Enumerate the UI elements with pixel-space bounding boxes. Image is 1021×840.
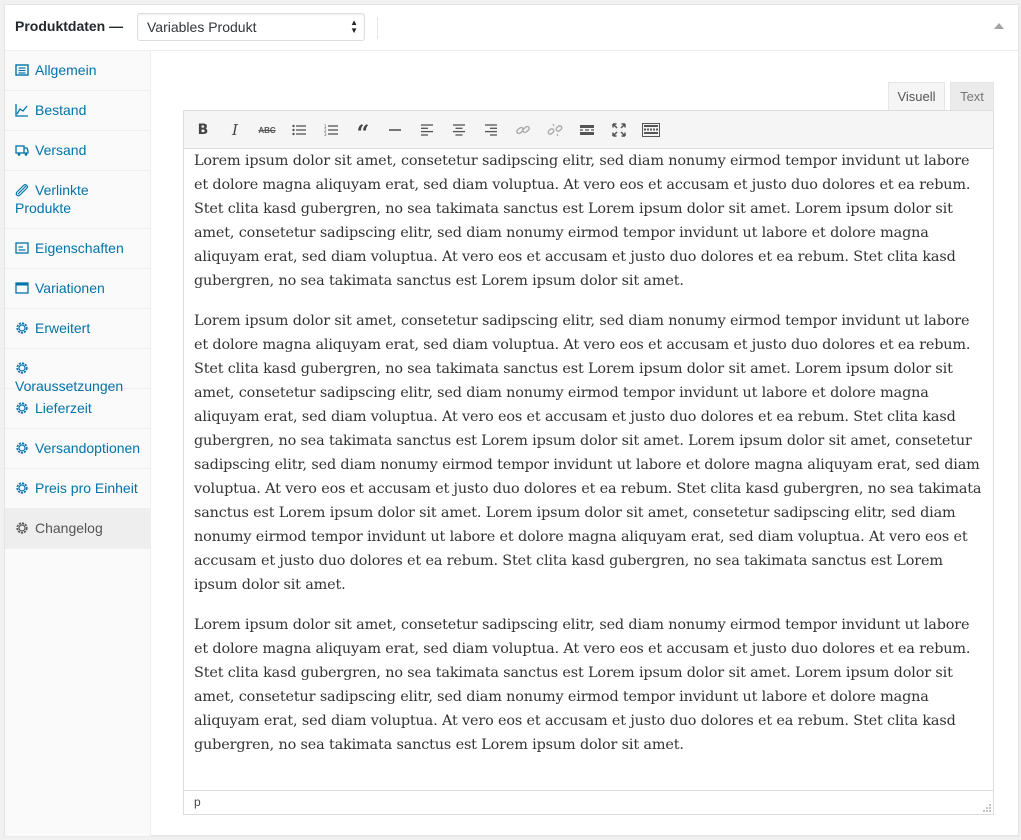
- sidebar-item-label: Variationen: [35, 280, 105, 296]
- read-more-button[interactable]: [575, 119, 599, 141]
- sidebar-item-label: Erweitert: [35, 320, 91, 336]
- unlink-icon: [547, 123, 563, 137]
- remove-link-button[interactable]: [543, 119, 567, 141]
- sidebar-item-versand[interactable]: Versand: [5, 131, 150, 171]
- gear-icon: [15, 401, 29, 415]
- sidebar-item-versandoptionen[interactable]: Versandoptionen: [5, 429, 150, 469]
- svg-text:3: 3: [324, 132, 327, 136]
- editor-content[interactable]: Lorem ipsum dolor sit amet, consetetur s…: [194, 149, 986, 773]
- toolbar-toggle-button[interactable]: [639, 119, 663, 141]
- content-paragraph: Lorem ipsum dolor sit amet, consetetur s…: [194, 617, 971, 753]
- bullet-list-icon: [292, 124, 306, 136]
- blockquote-button[interactable]: “: [351, 119, 375, 145]
- gear-icon: [15, 361, 29, 375]
- sidebar-item-label: Lieferzeit: [35, 400, 92, 416]
- gear-icon: [15, 521, 29, 535]
- align-center-icon: [453, 124, 465, 136]
- sidebar-item-lieferzeit[interactable]: Lieferzeit: [5, 389, 150, 429]
- resize-handle-icon[interactable]: [981, 802, 991, 812]
- product-type-value: Variables Produkt: [147, 19, 257, 35]
- content-paragraph: Lorem ipsum dolor sit amet, consetetur s…: [194, 153, 971, 289]
- sidebar-item-label: Changelog: [35, 520, 103, 536]
- keyboard-icon: [642, 123, 660, 137]
- editor-statusbar: p: [184, 790, 993, 814]
- bold-icon: B: [197, 122, 209, 138]
- tab-text[interactable]: Text: [950, 82, 994, 111]
- sidebar-item-preis-pro-einheit[interactable]: Preis pro Einheit: [5, 469, 150, 509]
- gear-icon: [15, 441, 29, 455]
- sidebar-item-verlinkte-produkte[interactable]: Verlinkte Produkte: [5, 171, 150, 229]
- numbered-list-icon: 123: [324, 124, 338, 136]
- fullscreen-icon: [612, 123, 626, 137]
- numbered-list-button[interactable]: 123: [319, 119, 343, 141]
- bullet-list-button[interactable]: [287, 119, 311, 141]
- fullscreen-button[interactable]: [607, 119, 631, 141]
- link-icon: [516, 125, 530, 135]
- collapse-toggle-icon[interactable]: [994, 23, 1004, 29]
- content-paragraph: Lorem ipsum dolor sit amet, consetetur s…: [194, 313, 982, 593]
- align-center-button[interactable]: [447, 119, 471, 141]
- editor-toolbar: B I ABC 123 “: [184, 111, 993, 149]
- italic-button[interactable]: I: [223, 119, 247, 141]
- align-left-button[interactable]: [415, 119, 439, 141]
- panel-title: Produktdaten —: [15, 18, 124, 34]
- variations-icon: [15, 281, 29, 295]
- sidebar-item-allgemein[interactable]: Allgemein: [5, 51, 150, 91]
- attributes-icon: [15, 241, 29, 255]
- blockquote-icon: “: [356, 121, 370, 147]
- product-data-panel: Produktdaten — Variables Produkt ▲ ▼ Allg…: [4, 4, 1019, 836]
- italic-icon: I: [232, 121, 238, 139]
- sidebar-item-label: Versand: [35, 142, 87, 158]
- sidebar-item-variationen[interactable]: Variationen: [5, 269, 150, 309]
- sidebar-item-erweitert[interactable]: Erweitert: [5, 309, 150, 349]
- sidebar-item-changelog[interactable]: Changelog: [5, 509, 150, 549]
- sidebar-item-label: Bestand: [35, 102, 87, 118]
- sidebar-item-label: Eigenschaften: [35, 240, 124, 256]
- strikethrough-icon: ABC: [258, 125, 276, 135]
- sidebar-item-voraussetzungen[interactable]: Voraussetzungen: [5, 349, 150, 394]
- rich-text-editor: B I ABC 123 “ Lorem ipsum dolor sit amet…: [183, 110, 994, 815]
- inventory-icon: [15, 103, 29, 117]
- strikethrough-button[interactable]: ABC: [255, 119, 279, 141]
- bold-button[interactable]: B: [191, 119, 215, 141]
- sidebar-item-label: Preis pro Einheit: [35, 480, 138, 496]
- align-right-icon: [485, 124, 497, 136]
- tab-visual[interactable]: Visuell: [888, 82, 945, 111]
- sidebar-item-eigenschaften[interactable]: Eigenschaften: [5, 229, 150, 269]
- shipping-icon: [15, 143, 29, 157]
- sidebar-item-label: Versandoptionen: [35, 440, 141, 456]
- linked-products-icon: [15, 183, 29, 197]
- gear-icon: [15, 481, 29, 495]
- general-icon: [15, 63, 29, 77]
- element-path[interactable]: p: [194, 795, 201, 809]
- panel-header: Produktdaten — Variables Produkt ▲ ▼: [5, 5, 1018, 51]
- gear-icon: [15, 321, 29, 335]
- product-data-tabs: Allgemein Bestand Versand Verlinkte Prod…: [5, 51, 151, 836]
- align-right-button[interactable]: [479, 119, 503, 141]
- horizontal-line-icon: [389, 129, 401, 131]
- sidebar-item-bestand[interactable]: Bestand: [5, 91, 150, 131]
- horizontal-line-button[interactable]: [383, 119, 407, 141]
- sidebar-item-label: Allgemein: [35, 62, 97, 78]
- align-left-icon: [421, 124, 433, 136]
- header-divider: [377, 17, 378, 39]
- product-type-select[interactable]: Variables Produkt ▲ ▼: [137, 13, 365, 41]
- select-arrows-icon: ▲ ▼: [350, 18, 358, 35]
- insert-link-button[interactable]: [511, 119, 535, 141]
- read-more-icon: [580, 125, 594, 135]
